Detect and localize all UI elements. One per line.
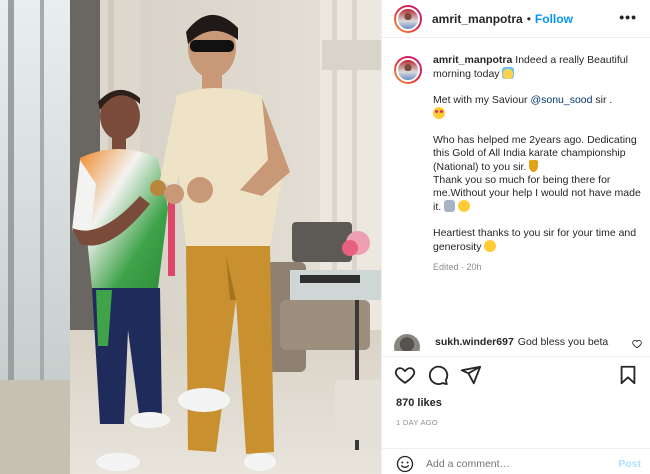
commenter-avatar[interactable]	[394, 334, 420, 351]
author-avatar[interactable]	[394, 4, 422, 33]
comment-bubble-icon	[428, 365, 449, 386]
bookmark-icon	[620, 365, 636, 385]
comment-row: sukh.winder697 God bless you beta	[394, 333, 644, 351]
smile-emoji-icon	[484, 240, 497, 252]
post-side-panel: amrit_manpotra • Follow ••• amrit_manpot…	[381, 0, 650, 474]
heart-eyes-emoji-icon	[433, 107, 445, 119]
commenter-username[interactable]: sukh.winder697	[435, 336, 514, 348]
save-button[interactable]	[617, 364, 639, 386]
follow-button[interactable]: Follow	[535, 12, 573, 26]
author-username[interactable]: amrit_manpotra	[432, 12, 523, 26]
share-button[interactable]	[460, 364, 482, 386]
comment-like-heart-icon[interactable]	[632, 339, 642, 349]
likes-count[interactable]: 870 likes	[396, 397, 442, 409]
post-time-ago: 1 DAY AGO	[396, 418, 439, 427]
action-bar	[382, 356, 650, 392]
post-photo[interactable]	[0, 0, 381, 474]
post-header: amrit_manpotra • Follow •••	[382, 0, 650, 38]
folded-hands-emoji-icon	[444, 200, 456, 212]
post-comment-button[interactable]: Post	[618, 458, 641, 470]
header-separator: •	[526, 11, 531, 26]
medal-emoji-icon	[529, 160, 539, 172]
smiley-icon[interactable]	[396, 455, 414, 473]
caption-line-2-post: sir .	[592, 94, 613, 106]
caption-line-5: Heartiest thanks to you sir for your tim…	[433, 227, 637, 253]
add-comment-input[interactable]	[426, 457, 606, 470]
comment-text: God bless you beta	[517, 336, 609, 348]
add-comment-bar: Post	[382, 448, 650, 474]
edited-timestamp: Edited · 20h	[433, 262, 482, 272]
caption-line-2-pre: Met with my Saviour	[433, 94, 531, 106]
caption-username[interactable]: amrit_manpotra	[433, 54, 512, 66]
more-options-icon[interactable]: •••	[619, 10, 637, 24]
sweat-smile-emoji-icon	[502, 67, 515, 79]
smile-emoji-icon	[458, 200, 471, 212]
paper-plane-icon	[460, 365, 482, 385]
caption-author-avatar[interactable]	[394, 56, 422, 84]
caption-text: amrit_manpotra Indeed a really Beautiful…	[433, 54, 643, 274]
comment-button[interactable]	[427, 364, 449, 386]
like-button[interactable]	[394, 364, 416, 386]
heart-outline-icon	[394, 367, 416, 384]
post-caption: amrit_manpotra Indeed a really Beautiful…	[394, 54, 644, 274]
post-photo-image	[0, 0, 381, 474]
mention-link[interactable]: @sonu_sood	[530, 94, 592, 106]
